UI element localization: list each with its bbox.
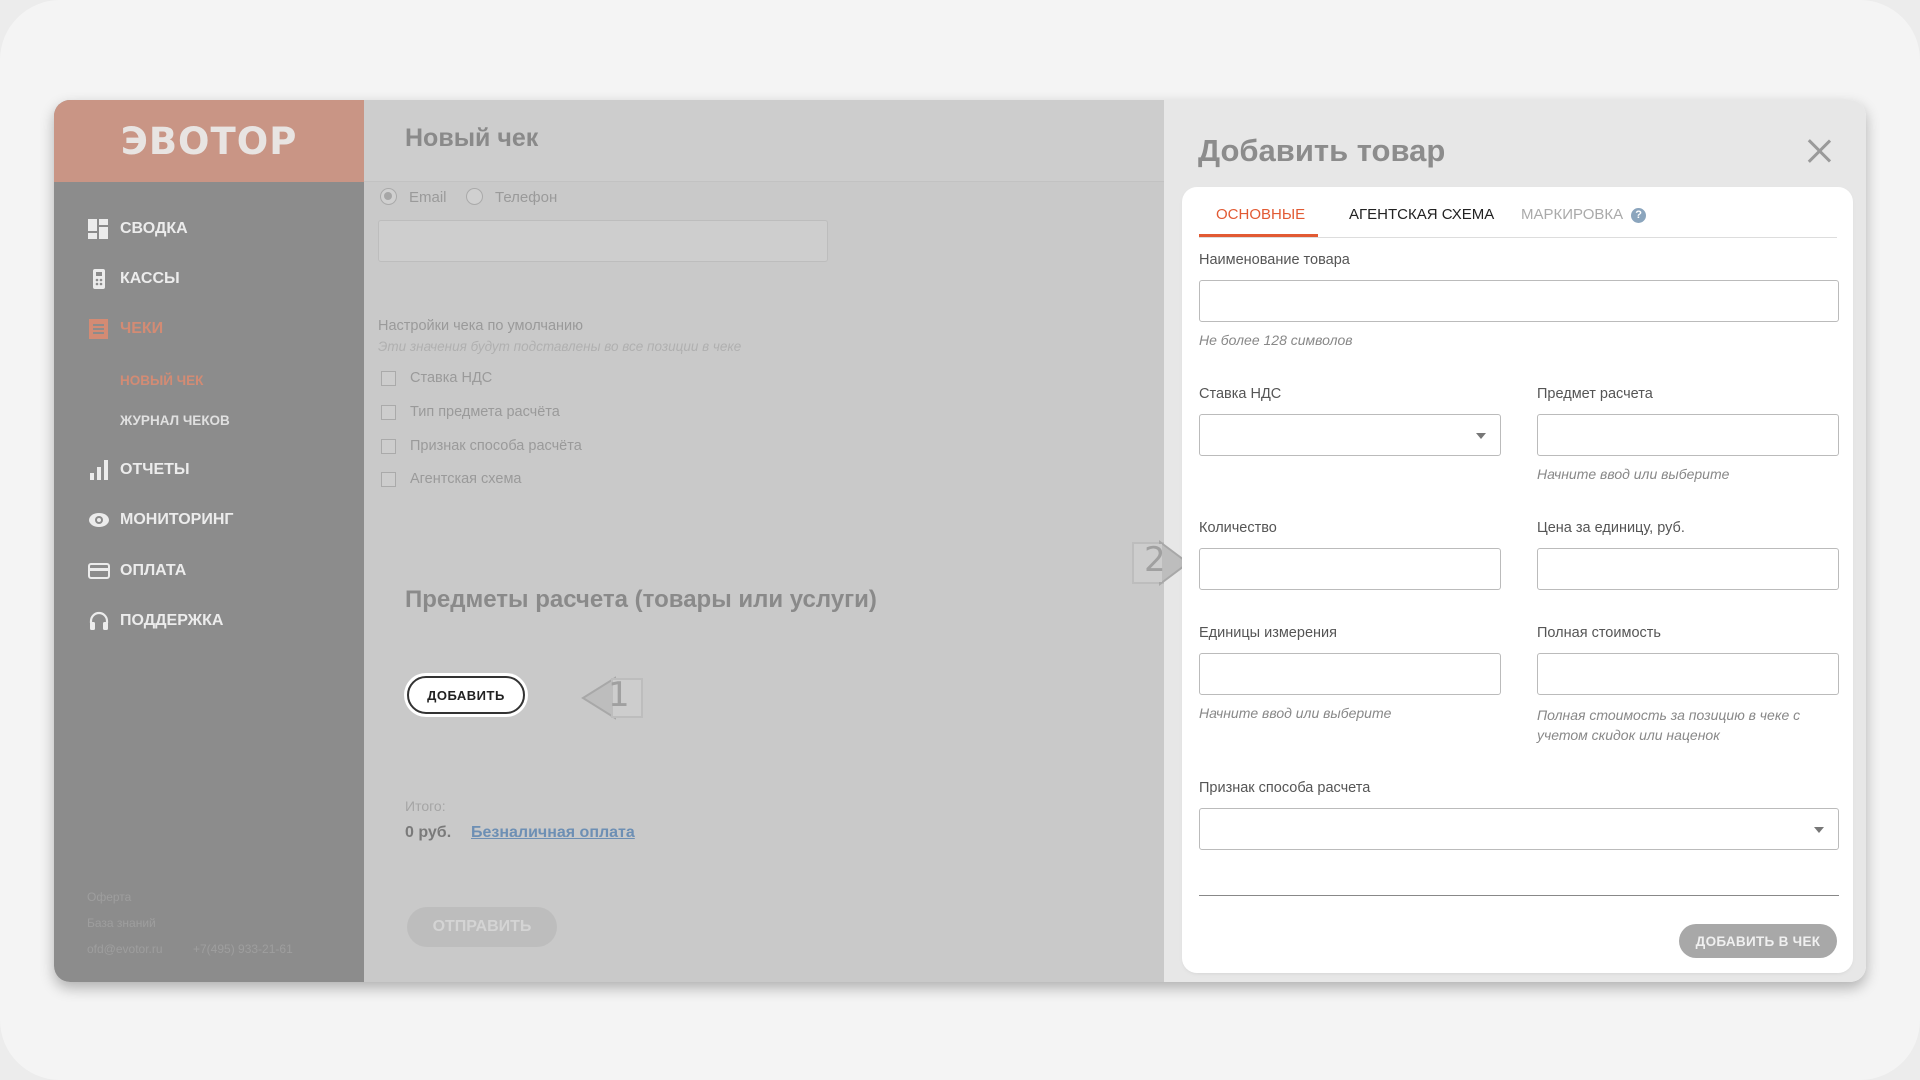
chevron-down-icon [1476,433,1486,439]
name-label: Наименование товара [1199,252,1350,268]
email-radio[interactable] [380,188,397,205]
defaults-subtitle: Эти значения будут подставлены во все по… [378,339,742,354]
unit-hint: Начните ввод или выберите [1199,705,1392,721]
sidebar-item-summary[interactable]: СВОДКА [88,218,188,240]
quantity-input[interactable] [1199,548,1501,590]
dashboard-icon [88,218,110,240]
footer-phone: +7(495) 933-21-61 [193,942,293,956]
price-label: Цена за единицу, руб. [1537,520,1685,536]
tab-marking[interactable]: МАРКИРОВКА? [1521,206,1647,223]
tab-agent-scheme[interactable]: АГЕНТСКАЯ СХЕМА [1349,206,1494,223]
callout-number-1: 1 [608,675,630,715]
defaults-title: Настройки чека по умолчанию [378,318,583,334]
name-hint: Не более 128 символов [1199,332,1353,348]
default-subject-type-label: Тип предмета расчёта [410,404,560,420]
default-agent-checkbox[interactable] [381,472,396,487]
default-method-checkbox[interactable] [381,439,396,454]
main-content: Новый чек Email Телефон Настройки чека п… [364,100,1164,982]
add-to-receipt-button[interactable]: ДОБАВИТЬ В ЧЕК [1679,924,1837,958]
sidebar-item-reports[interactable]: ОТЧЕТЫ [88,459,190,481]
active-tab-indicator [1199,234,1318,237]
default-method-label: Признак способа расчёта [410,438,582,454]
tab-bar: ОСНОВНЫЕ АГЕНТСКАЯ СХЕМА МАРКИРОВКА? [1199,190,1837,238]
total-label: Итого: [405,798,446,814]
logo-area: ЭВОТОР [54,100,364,182]
sidebar-subitem-receipt-journal[interactable]: ЖУРНАЛ ЧЕКОВ [120,413,230,428]
subject-label: Предмет расчета [1537,386,1653,402]
callout-number-2: 2 [1144,540,1166,580]
sidebar-item-support[interactable]: ПОДДЕРЖКА [88,610,223,632]
help-icon[interactable]: ? [1631,208,1647,223]
eye-icon [88,509,110,531]
payment-method-select[interactable] [1199,808,1839,850]
total-cost-input[interactable] [1537,653,1839,695]
total-value: 0 руб. [405,824,452,841]
sidebar-item-label: СВОДКА [120,220,188,237]
price-input[interactable] [1537,548,1839,590]
items-heading: Предметы расчета (товары или услуги) [405,586,877,613]
total-cost-hint: Полная стоимость за позицию в чеке с уче… [1537,707,1801,743]
close-icon[interactable] [1804,136,1834,166]
sidebar-item-label: ОПЛАТА [120,562,187,579]
name-input[interactable] [1199,280,1839,322]
unit-label: Единицы измерения [1199,625,1337,641]
add-item-panel: Добавить товар 2 ОСНОВНЫЕ АГЕНТСКАЯ СХЕМ… [1132,100,1866,982]
add-item-button[interactable]: ДОБАВИТЬ [407,676,525,714]
footer-email[interactable]: ofd@evotor.ru [87,942,163,956]
main-header: Новый чек [364,100,1164,182]
default-vat-label: Ставка НДС [410,370,493,386]
payment-method-label: Признак способа расчета [1199,780,1371,796]
chevron-down-icon [1814,827,1824,833]
subject-input[interactable] [1537,414,1839,456]
subject-hint: Начните ввод или выберите [1537,466,1730,482]
bar-chart-icon [88,459,110,481]
panel-title: Добавить товар [1198,133,1446,168]
default-subject-type-checkbox[interactable] [381,405,396,420]
send-button[interactable]: ОТПРАВИТЬ [407,907,557,947]
footer-kb-link[interactable]: База знаний [87,916,156,930]
default-vat-checkbox[interactable] [381,371,396,386]
vat-label: Ставка НДС [1199,386,1282,402]
page-title: Новый чек [405,124,539,152]
sidebar-subitem-new-receipt[interactable]: НОВЫЙ ЧЕК [120,373,203,388]
cash-register-icon [88,268,110,290]
email-radio-label: Email [409,189,447,206]
payment-method-link[interactable]: Безналичная оплата [471,824,635,842]
sidebar-item-label: ОТЧЕТЫ [120,461,190,478]
vat-select[interactable] [1199,414,1501,456]
app-window: ЭВОТОР СВОДКА КАССЫ ЧЕКИ НОВЫЙ ЧЕК ЖУРНА… [54,100,1866,982]
sidebar: ЭВОТОР СВОДКА КАССЫ ЧЕКИ НОВЫЙ ЧЕК ЖУРНА… [54,100,364,982]
tab-marking-label: МАРКИРОВКА [1521,206,1624,223]
phone-radio[interactable] [466,188,483,205]
contact-input[interactable] [378,220,828,262]
sidebar-item-label: КАССЫ [120,270,180,287]
footer-offer-link[interactable]: Оферта [87,890,131,904]
receipt-icon [88,318,110,340]
form-card: ОСНОВНЫЕ АГЕНТСКАЯ СХЕМА МАРКИРОВКА? Наи… [1185,190,1850,970]
tab-basic[interactable]: ОСНОВНЫЕ [1216,206,1305,223]
sidebar-item-payment[interactable]: ОПЛАТА [88,560,186,582]
credit-card-icon [88,560,110,582]
unit-input[interactable] [1199,653,1501,695]
sidebar-item-label: ПОДДЕРЖКА [120,612,224,629]
divider [1199,895,1839,896]
quantity-label: Количество [1199,520,1277,536]
sidebar-item-monitoring[interactable]: МОНИТОРИНГ [88,509,233,531]
logo: ЭВОТОР [120,119,298,163]
sidebar-item-label: ЧЕКИ [120,320,164,337]
sidebar-item-registers[interactable]: КАССЫ [88,268,180,290]
total-cost-label: Полная стоимость [1537,625,1661,641]
default-agent-label: Агентская схема [410,471,522,487]
phone-radio-label: Телефон [495,189,558,206]
sidebar-item-receipts[interactable]: ЧЕКИ [88,318,163,340]
headset-icon [88,610,110,632]
sidebar-item-label: МОНИТОРИНГ [120,511,234,528]
